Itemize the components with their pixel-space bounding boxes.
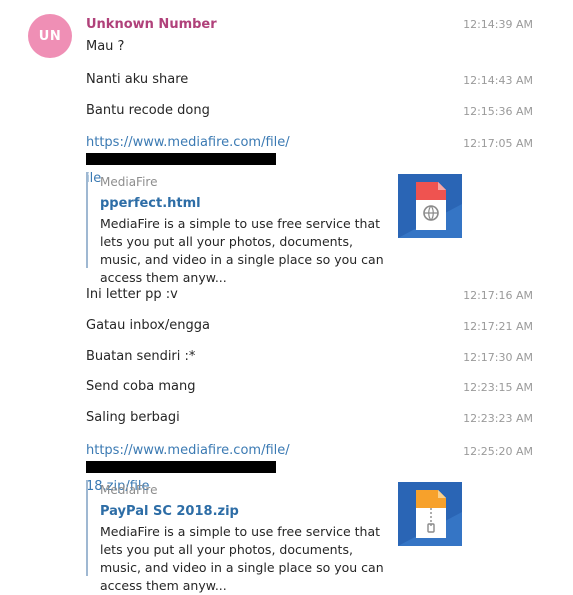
redaction-bar	[86, 153, 276, 165]
sender-name[interactable]: Unknown Number	[86, 17, 217, 32]
avatar-initials: UN	[38, 28, 62, 44]
redaction-bar	[86, 461, 276, 473]
message-time: 12:23:23 AM	[463, 412, 533, 425]
message-time: 12:15:36 AM	[463, 105, 533, 118]
message-text: Ini letter pp :v	[86, 287, 178, 302]
contact-avatar[interactable]: UN	[28, 14, 72, 58]
message-time: 12:17:05 AM	[463, 137, 533, 150]
message-text: Saling berbagi	[86, 410, 180, 425]
message-time: 12:17:16 AM	[463, 289, 533, 302]
message-time: 12:14:39 AM	[463, 18, 533, 31]
message-text: Mau ?	[86, 39, 125, 54]
message-time: 12:17:30 AM	[463, 351, 533, 364]
zip-file-icon[interactable]	[398, 482, 462, 546]
message-text: Nanti aku share	[86, 72, 189, 87]
link-preview-card[interactable]: MediaFire pperfect.html MediaFire is a s…	[86, 172, 468, 285]
message-time: 12:17:21 AM	[463, 320, 533, 333]
link-prefix: https://www.mediafire.com/file/	[86, 443, 290, 458]
message-text: Gatau inbox/engga	[86, 318, 210, 333]
message-text: Send coba mang	[86, 379, 196, 394]
message-text: Bantu recode dong	[86, 103, 210, 118]
html-file-icon[interactable]	[398, 174, 462, 238]
message-text: Buatan sendiri :*	[86, 349, 196, 364]
preview-description: MediaFire is a simple to use free servic…	[100, 524, 384, 593]
link-preview-card[interactable]: MediaFire PayPal SC 2018.zip MediaFire i…	[86, 480, 468, 593]
message-time: 12:25:20 AM	[463, 445, 533, 458]
message-time: 12:14:43 AM	[463, 74, 533, 87]
preview-description: MediaFire is a simple to use free servic…	[100, 216, 384, 285]
message-time: 12:23:15 AM	[463, 381, 533, 394]
link-prefix: https://www.mediafire.com/file/	[86, 135, 290, 150]
